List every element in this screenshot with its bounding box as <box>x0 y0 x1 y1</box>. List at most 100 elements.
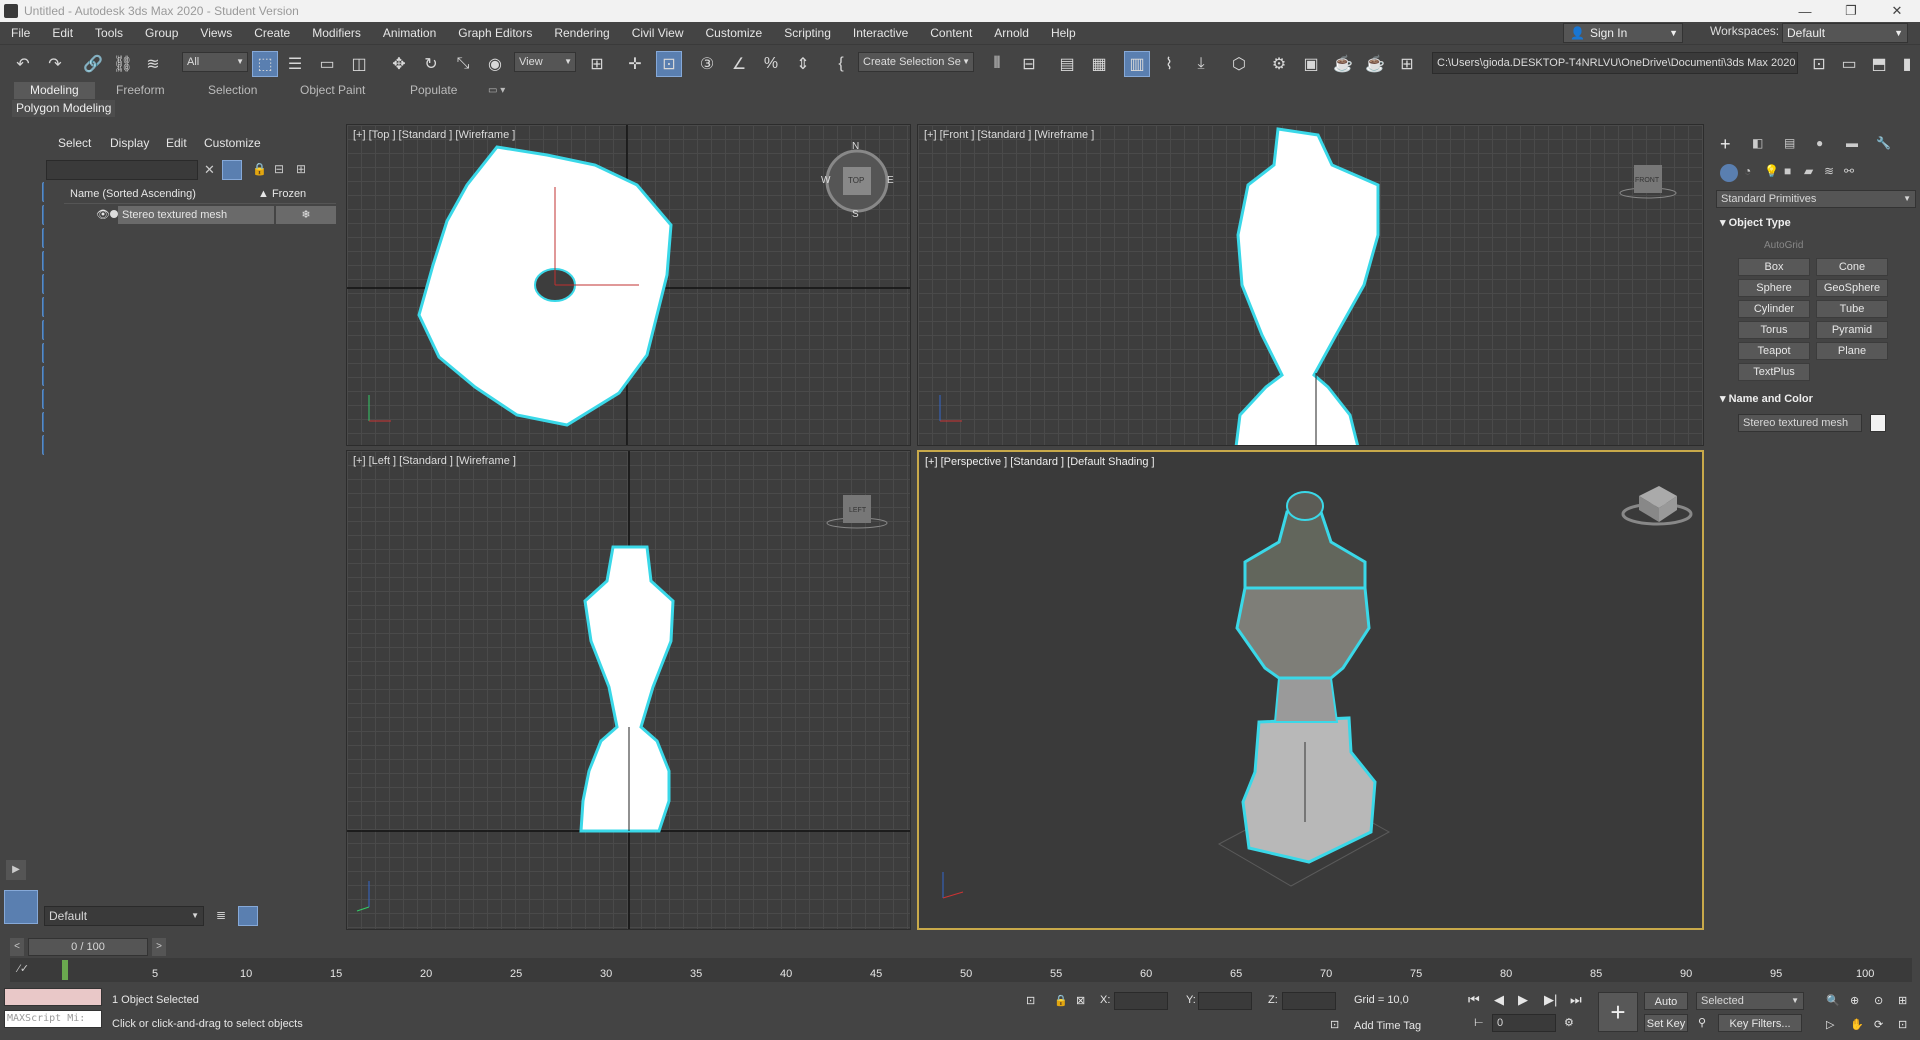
menu-group[interactable]: Group <box>134 22 189 44</box>
object-name-field[interactable]: Stereo textured mesh <box>1738 414 1862 432</box>
minimize-button[interactable]: — <box>1782 0 1828 22</box>
motion-tab-icon[interactable]: ● <box>1816 136 1823 150</box>
menu-help[interactable]: Help <box>1040 22 1087 44</box>
lock-selection-icon[interactable]: 🔒 <box>1054 994 1068 1007</box>
autogrid-checkbox[interactable]: AutoGrid <box>1764 240 1803 251</box>
scene-explorer-icon[interactable]: ▥ <box>1124 51 1150 77</box>
project-path-field[interactable]: C:\Users\gioda.DESKTOP-T4NRLVU\OneDrive\… <box>1432 52 1798 74</box>
auto-key-button[interactable]: Auto Key <box>1644 992 1688 1026</box>
time-marker[interactable] <box>62 960 68 980</box>
viewport-top[interactable]: [+] [Top ] [Standard ] [Wireframe ] N S … <box>346 124 911 446</box>
torus-button[interactable]: Torus <box>1738 321 1810 339</box>
lock-icon[interactable]: 🔒 <box>252 162 267 176</box>
align-icon[interactable]: ⊟ <box>1016 51 1042 77</box>
curve-editor-mini-icon[interactable]: ⁄✓ <box>18 962 29 975</box>
column-name[interactable]: Name (Sorted Ascending) <box>70 188 196 200</box>
isolate-icon[interactable]: ⊡ <box>1026 994 1035 1007</box>
set-key-big-icon[interactable]: + <box>1598 992 1638 1032</box>
toggle-ribbon-icon[interactable]: ▦ <box>1086 51 1112 77</box>
sign-in-button[interactable]: 👤 Sign In ▼ <box>1563 23 1683 43</box>
mirror-icon[interactable]: ⫴ <box>984 51 1010 77</box>
z-coord-field[interactable] <box>1282 992 1336 1010</box>
viewport-top-label[interactable]: [+] [Top ] [Standard ] [Wireframe ] <box>353 129 515 141</box>
column-frozen[interactable]: ▲ Frozen <box>258 188 306 200</box>
ribbon-tab-modeling[interactable]: Modeling <box>14 82 95 99</box>
pan-icon[interactable]: ✋ <box>1850 1018 1864 1031</box>
select-by-name-icon[interactable]: ☰ <box>282 51 308 77</box>
menu-content[interactable]: Content <box>919 22 983 44</box>
menu-graph-editors[interactable]: Graph Editors <box>447 22 543 44</box>
explorer-menu-display[interactable]: Display <box>110 136 149 150</box>
set-key-button[interactable]: Set Key <box>1644 1014 1688 1032</box>
unlink-icon[interactable]: ⛓ <box>110 51 136 77</box>
manipulate-icon[interactable]: ✛ <box>622 51 648 77</box>
helpers-category-icon[interactable]: ▰ <box>1804 164 1813 178</box>
viewcube-left-label[interactable]: LEFT <box>849 507 866 514</box>
cone-button[interactable]: Cone <box>1816 258 1888 276</box>
textplus-button[interactable]: TextPlus <box>1738 363 1810 381</box>
menu-file[interactable]: File <box>0 22 41 44</box>
geosphere-button[interactable]: GeoSphere <box>1816 279 1888 297</box>
ref-coord-dropdown[interactable]: View ▼ <box>514 52 576 72</box>
maximize-viewport-icon[interactable]: ⊡ <box>1898 1018 1907 1031</box>
rollout-object-type-header[interactable]: ▾ Object Type <box>1720 216 1791 229</box>
ribbon-tab-object-paint[interactable]: Object Paint <box>300 82 365 99</box>
ribbon-tab-freeform[interactable]: Freeform <box>116 82 165 99</box>
explorer-search-input[interactable] <box>46 160 198 180</box>
rect-selection-icon[interactable]: ▭ <box>314 51 340 77</box>
menu-animation[interactable]: Animation <box>372 22 447 44</box>
save-project-icon[interactable]: ⬒ <box>1866 51 1892 77</box>
menu-tools[interactable]: Tools <box>84 22 134 44</box>
time-next-icon[interactable]: > <box>152 938 166 956</box>
visibility-eye-icon[interactable]: 👁 <box>96 208 110 221</box>
play-icon[interactable]: ▶ <box>1518 992 1528 1008</box>
material-editor-icon[interactable]: ⬡ <box>1226 51 1252 77</box>
list-item[interactable]: 👁 Stereo textured mesh ❄ <box>64 206 336 224</box>
time-tag-icon[interactable]: ⊡ <box>1330 1018 1339 1031</box>
viewport-front[interactable]: [+] [Front ] [Standard ] [Wireframe ] FR… <box>917 124 1704 446</box>
y-coord-field[interactable] <box>1198 992 1252 1010</box>
spinner-snap-icon[interactable]: ⇕ <box>790 51 816 77</box>
viewport-perspective-label[interactable]: [+] [Perspective ] [Standard ] [Default … <box>925 456 1155 468</box>
geometry-category-icon[interactable] <box>1720 164 1738 182</box>
orbit-icon[interactable]: ⟳ <box>1874 1018 1883 1031</box>
edit-named-selection-icon[interactable]: { <box>828 51 854 77</box>
hierarchy-tab-icon[interactable]: ▤ <box>1784 136 1795 150</box>
menu-customize[interactable]: Customize <box>695 22 774 44</box>
teapot-button[interactable]: Teapot <box>1738 342 1810 360</box>
menu-views[interactable]: Views <box>189 22 243 44</box>
clear-search-icon[interactable]: ✕ <box>204 162 215 178</box>
ribbon-tab-selection[interactable]: Selection <box>208 82 257 99</box>
menu-arnold[interactable]: Arnold <box>983 22 1040 44</box>
sphere-button[interactable]: Sphere <box>1738 279 1810 297</box>
key-mode-icon[interactable]: ⊢ <box>1474 1016 1484 1029</box>
rollout-name-color-header[interactable]: ▾ Name and Color <box>1720 392 1813 405</box>
viewport-left-label[interactable]: [+] [Left ] [Standard ] [Wireframe ] <box>353 455 516 467</box>
open-project-icon[interactable]: ▭ <box>1836 51 1862 77</box>
add-time-tag[interactable]: Add Time Tag <box>1354 1020 1421 1032</box>
layers-icon[interactable]: ≣ <box>216 908 226 922</box>
viewport-front-label[interactable]: [+] [Front ] [Standard ] [Wireframe ] <box>924 129 1094 141</box>
hierarchy-toggle-icon[interactable]: ⊟ <box>274 162 284 176</box>
cameras-category-icon[interactable]: ■ <box>1784 164 1791 178</box>
viewport-layout-icon[interactable] <box>4 890 38 924</box>
render-setup-icon[interactable]: ⚙ <box>1266 51 1292 77</box>
explorer-menu-edit[interactable]: Edit <box>166 136 187 150</box>
list-item-label[interactable]: Stereo textured mesh <box>118 206 274 224</box>
maxscript-listener-pink[interactable] <box>4 988 102 1006</box>
key-selection-dropdown[interactable]: Selected ▼ <box>1696 992 1804 1010</box>
shapes-category-icon[interactable]: ◔ <box>1744 164 1751 178</box>
box-button[interactable]: Box <box>1738 258 1810 276</box>
key-mode-toggle-icon[interactable]: ⚲ <box>1698 1016 1706 1029</box>
move-icon[interactable]: ✥ <box>386 51 412 77</box>
schematic-view-icon[interactable]: ⤓ <box>1188 51 1214 77</box>
track-bar[interactable]: ⁄✓ 5 10 15 20 25 30 35 40 45 50 55 60 65… <box>10 958 1912 982</box>
ribbon-tab-populate[interactable]: Populate <box>410 82 457 99</box>
current-frame-field[interactable]: 0 <box>1492 1014 1556 1032</box>
place-icon[interactable]: ◉ <box>482 51 508 77</box>
named-selection-set-dropdown[interactable]: Create Selection Se ▼ <box>858 52 974 72</box>
menu-interactive[interactable]: Interactive <box>842 22 919 44</box>
percent-snap-icon[interactable]: % <box>758 51 784 77</box>
object-color-swatch[interactable] <box>1870 414 1886 432</box>
lights-category-icon[interactable]: 💡 <box>1764 164 1779 178</box>
